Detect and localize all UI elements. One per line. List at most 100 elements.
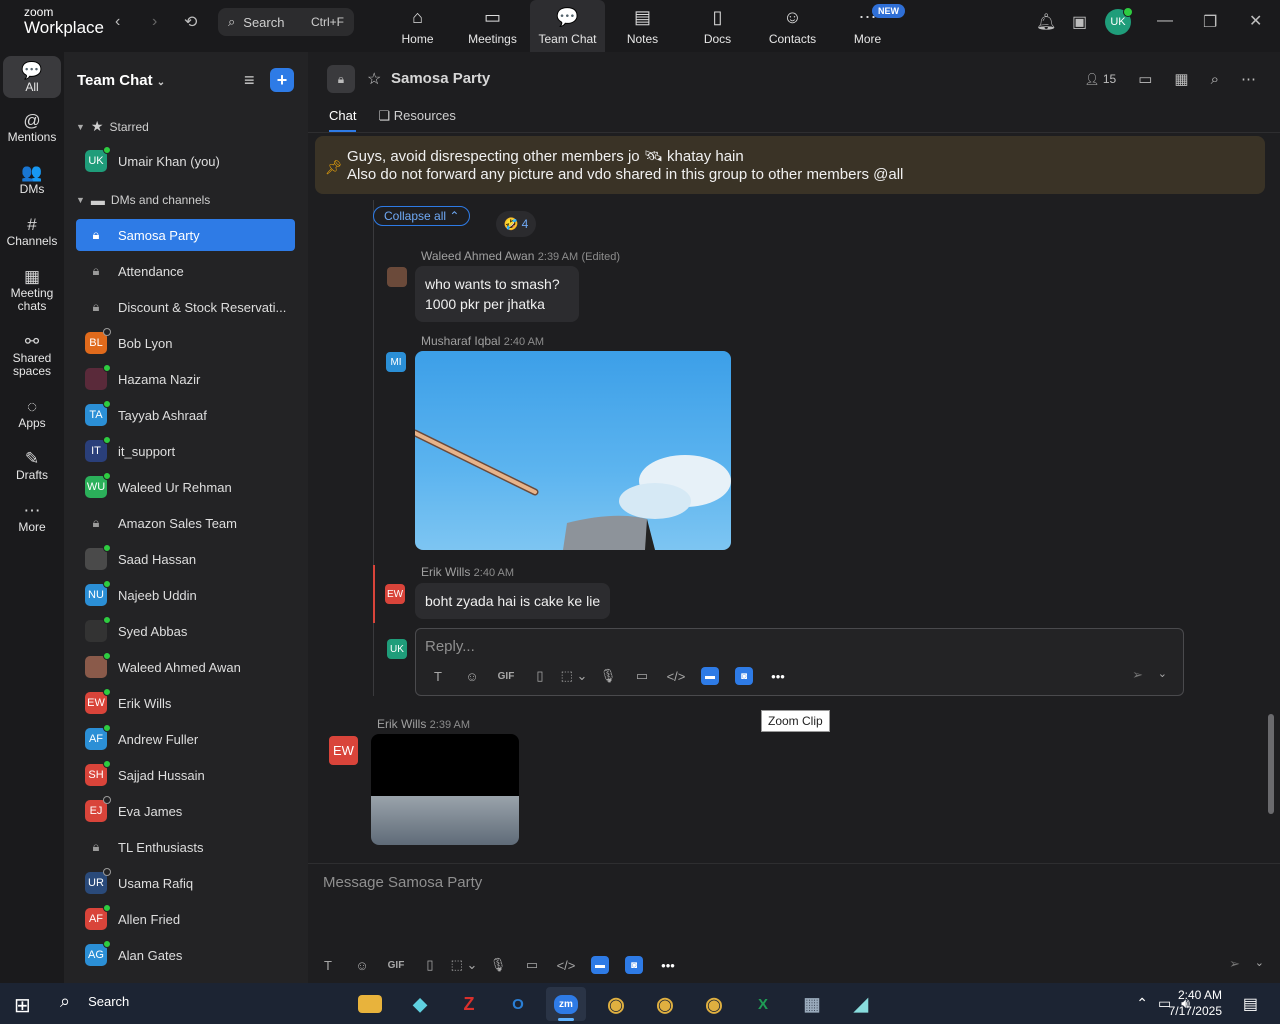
filter-icon[interactable]: ≡ xyxy=(244,70,255,91)
rail-channels[interactable]: # Channels xyxy=(3,216,61,248)
rail-mentions[interactable]: @ Mentions xyxy=(3,112,61,144)
sidebar-item[interactable]: UR Usama Rafiq xyxy=(76,867,295,899)
avatar[interactable]: EW xyxy=(385,584,405,604)
shared-image[interactable] xyxy=(415,351,731,550)
message-author[interactable]: Erik Wills xyxy=(377,717,426,731)
notification-icon[interactable]: ▤ xyxy=(1243,994,1258,1014)
whiteboard-icon[interactable]: ▣ xyxy=(1072,12,1087,32)
channel-title[interactable]: Samosa Party xyxy=(391,70,490,87)
rail-more[interactable]: ⋯ More xyxy=(3,502,61,534)
file-explorer-icon[interactable] xyxy=(358,995,382,1013)
microphone-icon[interactable]: 🎙︎ xyxy=(481,957,515,973)
file-icon[interactable]: ▯ xyxy=(413,957,447,973)
new-chat-button[interactable]: + xyxy=(270,68,294,92)
sidebar-item[interactable]: AF Andrew Fuller xyxy=(76,723,295,755)
rail-dms[interactable]: 👥 DMs xyxy=(3,164,61,196)
text-format-icon[interactable]: T xyxy=(311,958,345,973)
taskbar-clock[interactable]: 2:40 AM 7/17/2025 xyxy=(1169,987,1222,1019)
screenshot-icon[interactable]: ⬚ ⌄ xyxy=(557,668,591,684)
message-bubble[interactable]: who wants to smash? 1000 pkr per jhatka xyxy=(415,266,579,322)
message-author[interactable]: Waleed Ahmed Awan xyxy=(421,249,534,263)
nav-tab-team-chat[interactable]: 💬 Team Chat xyxy=(530,0,605,52)
scrollbar[interactable] xyxy=(1268,714,1274,814)
reaction-chip[interactable]: 🤣 4 xyxy=(496,211,536,237)
microphone-icon[interactable]: 🎙︎ xyxy=(591,668,625,684)
search-icon[interactable]: ⌕ xyxy=(1211,71,1219,88)
sidebar-item[interactable]: EW Erik Wills xyxy=(76,687,295,719)
more-dots-icon[interactable]: ••• xyxy=(651,958,685,973)
tab-resources[interactable]: ❏ Resources xyxy=(378,108,455,132)
sidebar-item[interactable]: EJ Eva James xyxy=(76,795,295,827)
chrome-icon[interactable]: ◉ xyxy=(694,987,734,1021)
sidebar-item[interactable]: 🔒︎ TL Enthusiasts xyxy=(76,831,295,863)
collapse-all-button[interactable]: Collapse all ⌃ xyxy=(373,206,471,226)
message-author[interactable]: Musharaf Iqbal xyxy=(421,334,500,348)
sidebar-item[interactable]: 🔒︎ Samosa Party xyxy=(76,219,295,251)
sidebar-item[interactable]: SH Sajjad Hussain xyxy=(76,759,295,791)
sidebar-item[interactable]: AF Allen Fried xyxy=(76,903,295,935)
send-icon[interactable]: ➢ xyxy=(1229,956,1240,972)
screenshot-icon[interactable]: ⬚ ⌄ xyxy=(447,957,481,973)
forward-arrow-icon[interactable]: › xyxy=(152,13,157,31)
sidebar-item[interactable]: 🔒︎ Discount & Stock Reservati... xyxy=(76,291,295,323)
more-dots-icon[interactable]: ⋯ xyxy=(1241,70,1256,88)
nav-tab-docs[interactable]: ▯ Docs xyxy=(680,0,755,52)
gif-icon[interactable]: GIF xyxy=(489,671,523,682)
rail-drafts[interactable]: ✎ Drafts xyxy=(3,450,61,482)
star-outline-icon[interactable]: ☆ xyxy=(367,69,381,89)
video-clip-icon[interactable]: ▭ xyxy=(515,957,549,973)
back-arrow-icon[interactable]: ‹ xyxy=(115,13,120,31)
message-bubble[interactable]: boht zyada hai is cake ke lie xyxy=(415,583,611,619)
reply-input-box[interactable]: Reply... T ☺ GIF ▯ ⬚ ⌄ 🎙︎ ▭ </> ▬ ◙ ••• … xyxy=(415,628,1184,696)
app-icon[interactable]: ◢ xyxy=(841,987,881,1021)
code-icon[interactable]: </> xyxy=(659,669,693,684)
outlook-icon[interactable]: O xyxy=(498,987,538,1021)
sidebar-item[interactable]: BL Bob Lyon xyxy=(76,327,295,359)
nav-tab-home[interactable]: ⌂ Home xyxy=(380,0,455,52)
sidebar-item[interactable]: Hazama Nazir xyxy=(76,363,295,395)
tab-chat[interactable]: Chat xyxy=(329,108,357,132)
rail-all[interactable]: 💬 All xyxy=(3,56,61,98)
sidebar-item[interactable]: 🔒︎ Attendance xyxy=(76,255,295,287)
sidebar-item[interactable]: AG Alan Gates xyxy=(76,939,295,971)
minimize-icon[interactable]: — xyxy=(1157,12,1173,30)
sidebar-item[interactable]: WU Waleed Ur Rehman xyxy=(76,471,295,503)
sidebar-item[interactable]: Waleed Ahmed Awan xyxy=(76,651,295,683)
chevron-down-icon[interactable]: ⌄ xyxy=(1255,956,1264,969)
team-chat-header[interactable]: Team Chat ⌄ xyxy=(77,72,165,89)
more-dots-icon[interactable]: ••• xyxy=(761,669,795,684)
nav-tab-meetings[interactable]: ▭ Meetings xyxy=(455,0,530,52)
avatar[interactable] xyxy=(387,267,407,287)
gif-icon[interactable]: GIF xyxy=(379,960,413,971)
taskbar-search[interactable]: ⌕ Search xyxy=(60,991,129,1012)
dms-channels-section[interactable]: ▼ ▬ DMs and channels xyxy=(76,192,210,208)
calendar-icon[interactable]: ▦ xyxy=(1174,70,1188,88)
whiteboard-app-icon[interactable]: ▬ xyxy=(591,956,609,974)
whiteboard-app-icon[interactable]: ▬ xyxy=(701,667,719,685)
sidebar-item-umair-khan[interactable]: UK Umair Khan (you) xyxy=(76,145,295,177)
restore-icon[interactable]: ❐ xyxy=(1203,12,1217,32)
sidebar-item[interactable]: TA Tayyab Ashraaf xyxy=(76,399,295,431)
shared-image[interactable] xyxy=(371,734,519,845)
message-author[interactable]: Erik Wills xyxy=(421,565,470,579)
sidebar-item[interactable]: Syed Abbas xyxy=(76,615,295,647)
sidebar-item[interactable]: IT it_support xyxy=(76,435,295,467)
sidebar-item[interactable]: Saad Hassan xyxy=(76,543,295,575)
zoom-taskbar-icon[interactable]: zm xyxy=(546,987,586,1021)
rail-meeting-chats[interactable]: ▦ Meeting chats xyxy=(3,268,61,313)
video-clip-icon[interactable]: ▭ xyxy=(625,668,659,684)
compose-box[interactable]: Message Samosa Party T ☺ GIF ▯ ⬚ ⌄ 🎙︎ ▭ … xyxy=(308,863,1280,983)
file-icon[interactable]: ▯ xyxy=(523,668,557,684)
sidebar-item[interactable]: NU Najeeb Uddin xyxy=(76,579,295,611)
rail-shared-spaces[interactable]: ⚯ Shared spaces xyxy=(3,333,61,378)
avatar[interactable]: EW xyxy=(329,736,358,765)
rail-apps[interactable]: ◌ Apps xyxy=(3,398,61,430)
nav-tab-contacts[interactable]: ☺ Contacts xyxy=(755,0,830,52)
zoom-clip-icon[interactable]: ◙ xyxy=(735,667,753,685)
history-icon[interactable]: ⟲ xyxy=(184,12,197,32)
sidebar-item[interactable]: 🔒︎ Amazon Sales Team xyxy=(76,507,295,539)
excel-icon[interactable]: X xyxy=(743,987,783,1021)
chevron-down-icon[interactable]: ⌄ xyxy=(1158,667,1167,680)
pinned-message[interactable]: 📌︎ Guys, avoid disrespecting other membe… xyxy=(315,136,1265,194)
reply-input[interactable]: Reply... xyxy=(425,638,475,655)
